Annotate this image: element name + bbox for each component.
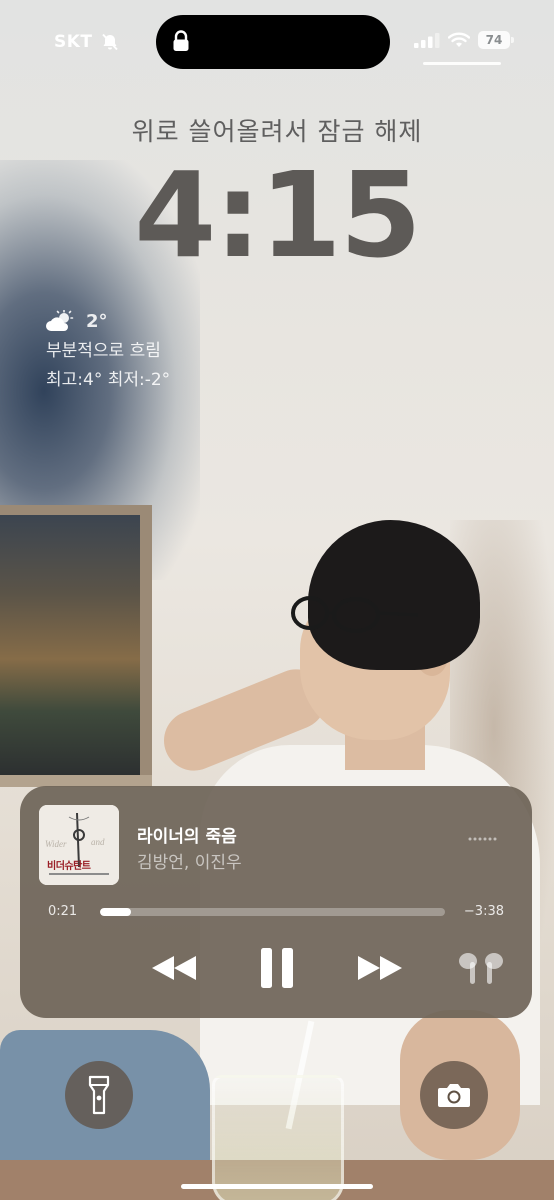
weather-high-low: 최고:4° 최저:-2° [46, 370, 171, 390]
wifi-icon [448, 32, 470, 47]
carrier-label: SKT [54, 32, 93, 52]
progress-fill [100, 908, 132, 916]
window-photo [0, 505, 152, 787]
fast-forward-icon [358, 956, 402, 980]
rewind-button[interactable] [146, 948, 202, 988]
camera-icon [438, 1084, 470, 1107]
control-center-indicator[interactable] [423, 62, 501, 65]
weather-temperature: 2° [86, 310, 108, 332]
flashlight-button[interactable] [65, 1061, 133, 1129]
album-art[interactable]: Wider and 비더슈탄트 [39, 805, 119, 885]
fast-forward-button[interactable] [352, 948, 408, 988]
album-art-title: 비더슈탄트 [47, 861, 91, 872]
lock-icon [173, 30, 189, 51]
album-art-graphic: Wider and [39, 805, 119, 885]
now-playing-widget[interactable]: Wider and 비더슈탄트 라이너의 죽음 김방언, 이진우 0:21 −3… [20, 786, 532, 1018]
carrier: SKT [54, 32, 119, 52]
flashlight-icon [88, 1075, 110, 1115]
home-indicator[interactable] [181, 1184, 373, 1189]
remaining-time: −3:38 [463, 904, 504, 919]
rewind-icon [152, 956, 196, 980]
status-right: 74 [414, 31, 514, 49]
battery-level: 74 [485, 33, 503, 47]
weather-widget[interactable]: 2° 부분적으로 흐림 최고:4° 최저:-2° [46, 310, 170, 390]
weather-condition: 부분적으로 흐림 [46, 341, 161, 361]
more-icon[interactable] [467, 836, 501, 842]
airpods-icon [459, 953, 503, 984]
unlock-hint: 위로 쓸어올려서 잠금 해제 [131, 117, 423, 146]
elapsed-time: 0:21 [48, 904, 78, 919]
svg-text:and: and [91, 837, 105, 847]
track-title: 라이너의 죽음 [137, 827, 237, 847]
signal-icon [414, 33, 440, 48]
svg-text:Wider: Wider [45, 839, 67, 849]
pause-icon [261, 948, 293, 988]
partly-cloudy-icon [46, 310, 74, 331]
battery-icon: 74 [478, 31, 514, 49]
lock-clock[interactable]: 4:15 [0, 150, 554, 280]
progress-slider[interactable] [100, 908, 445, 916]
pause-button[interactable] [252, 948, 302, 988]
bell-slash-icon [101, 33, 118, 51]
audio-output-button[interactable] [456, 952, 506, 986]
track-artist: 김방언, 이진우 [137, 853, 242, 873]
status-bar: SKT 74 [0, 0, 554, 80]
dynamic-island [156, 15, 390, 69]
camera-button[interactable] [420, 1061, 488, 1129]
